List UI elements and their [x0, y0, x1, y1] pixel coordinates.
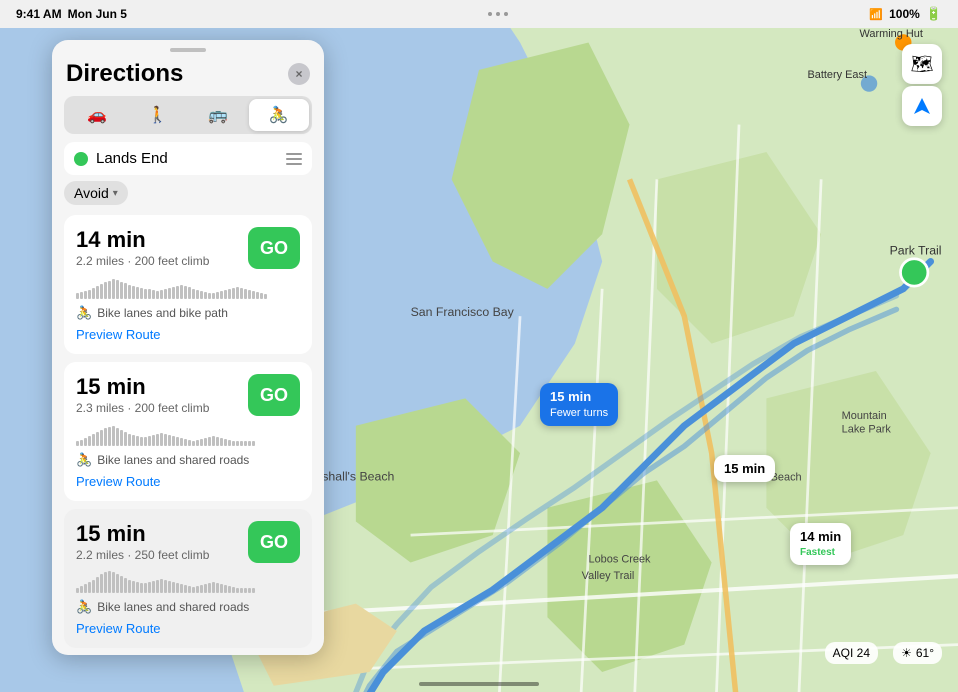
route-3-details: 2.2 miles · 250 feet climb [76, 548, 209, 562]
bike-lane-icon-3: 🚴 [76, 599, 92, 615]
route-1-details: 2.2 miles · 200 feet climb [76, 254, 209, 268]
callout-fastest[interactable]: 14 min Fastest [790, 523, 851, 565]
route-3-elevation [76, 569, 300, 593]
route-3-time: 15 min [76, 521, 209, 547]
route-3-type: 🚴 Bike lanes and shared roads [76, 599, 300, 615]
callout-15min[interactable]: 15 min [714, 455, 775, 482]
transport-tab-transit[interactable]: 🚌 [188, 99, 249, 131]
transport-tab-walk[interactable]: 🚶 [128, 99, 189, 131]
route-3-type-text: Bike lanes and shared roads [97, 600, 249, 614]
origin-field[interactable]: Lands End [64, 142, 312, 175]
route-card-3[interactable]: 15 min 2.2 miles · 250 feet climb GO [64, 509, 312, 648]
directions-panel: Directions × 🚗 🚶 🚌 🚴 Lands End Avoid ▾ 1… [52, 40, 324, 655]
status-right: 📶 100% 🔋 [869, 6, 942, 22]
close-button[interactable]: × [288, 63, 310, 85]
route-1-time: 14 min [76, 227, 209, 253]
weather-icon: ☀ [901, 646, 912, 660]
status-bar: 9:41 AM Mon Jun 5 📶 100% 🔋 [0, 0, 958, 28]
callout-fewer-turns-time: 15 min [550, 389, 608, 406]
route-card-1[interactable]: 14 min 2.2 miles · 200 feet climb GO [64, 215, 312, 354]
callout-15min-text: 15 min [724, 461, 765, 476]
chevron-down-icon: ▾ [113, 188, 118, 199]
weather-temp: 61° [916, 646, 934, 660]
panel-handle [170, 48, 206, 52]
home-indicator [419, 682, 539, 686]
route-2-details: 2.3 miles · 200 feet climb [76, 401, 209, 415]
svg-text:Lobos Creek: Lobos Creek [588, 554, 651, 566]
bike-lane-icon-2: 🚴 [76, 452, 92, 468]
origin-text: Lands End [96, 150, 286, 167]
callout-fewer-turns[interactable]: 15 min Fewer turns [540, 383, 618, 426]
route-3-preview-link[interactable]: Preview Route [76, 621, 300, 636]
route-2-type-text: Bike lanes and shared roads [97, 453, 249, 467]
wifi-icon: 📶 [869, 8, 883, 21]
panel-header: Directions × [52, 56, 324, 96]
aqi-badge: AQI 24 [825, 642, 878, 664]
svg-text:San Francisco Bay: San Francisco Bay [411, 305, 515, 319]
status-time: 9:41 AM [16, 7, 62, 21]
map-button-group: 🗺 [902, 44, 942, 126]
transport-tab-drive[interactable]: 🚗 [67, 99, 128, 131]
transport-tabs: 🚗 🚶 🚌 🚴 [64, 96, 312, 134]
route-2-elevation [76, 422, 300, 446]
svg-text:Park Trail: Park Trail [890, 244, 942, 258]
transport-tab-bike[interactable]: 🚴 [249, 99, 310, 131]
status-date: Mon Jun 5 [68, 7, 127, 21]
route-1-type-text: Bike lanes and bike path [97, 306, 228, 320]
weather-badge: ☀ 61° [893, 642, 942, 664]
avoid-label: Avoid [74, 185, 109, 201]
status-left: 9:41 AM Mon Jun 5 [16, 7, 127, 21]
avoid-button[interactable]: Avoid ▾ [64, 181, 128, 205]
map-type-button[interactable]: 🗺 [902, 44, 942, 84]
battery-text: 100% [889, 7, 920, 21]
route-2-type: 🚴 Bike lanes and shared roads [76, 452, 300, 468]
route-2-preview-link[interactable]: Preview Route [76, 474, 300, 489]
route-1-elevation [76, 275, 300, 299]
callout-fastest-time: 14 min [800, 529, 841, 546]
svg-text:Valley Trail: Valley Trail [582, 570, 635, 582]
hamburger-icon[interactable] [286, 153, 302, 165]
route-card-2[interactable]: 15 min 2.3 miles · 200 feet climb GO [64, 362, 312, 501]
route-3-go-button[interactable]: GO [248, 521, 300, 563]
battery-icon: 🔋 [926, 6, 942, 22]
callout-fastest-label: Fastest [800, 546, 841, 559]
route-2-go-button[interactable]: GO [248, 374, 300, 416]
origin-dot [74, 152, 88, 166]
location-button[interactable] [902, 86, 942, 126]
svg-text:Warming Hut: Warming Hut [859, 28, 922, 40]
route-1-preview-link[interactable]: Preview Route [76, 327, 300, 342]
svg-text:Battery East: Battery East [807, 69, 867, 81]
routes-container[interactable]: 14 min 2.2 miles · 200 feet climb GO [52, 215, 324, 655]
aqi-text: AQI 24 [833, 646, 870, 660]
route-1-go-button[interactable]: GO [248, 227, 300, 269]
route-1-type: 🚴 Bike lanes and bike path [76, 305, 300, 321]
callout-fewer-turns-label: Fewer turns [550, 406, 608, 420]
status-dots [488, 12, 508, 16]
route-2-time: 15 min [76, 374, 209, 400]
svg-text:Mountain: Mountain [842, 410, 887, 422]
bike-lane-icon: 🚴 [76, 305, 92, 321]
panel-title: Directions [66, 60, 183, 88]
svg-text:Lake Park: Lake Park [842, 424, 892, 436]
